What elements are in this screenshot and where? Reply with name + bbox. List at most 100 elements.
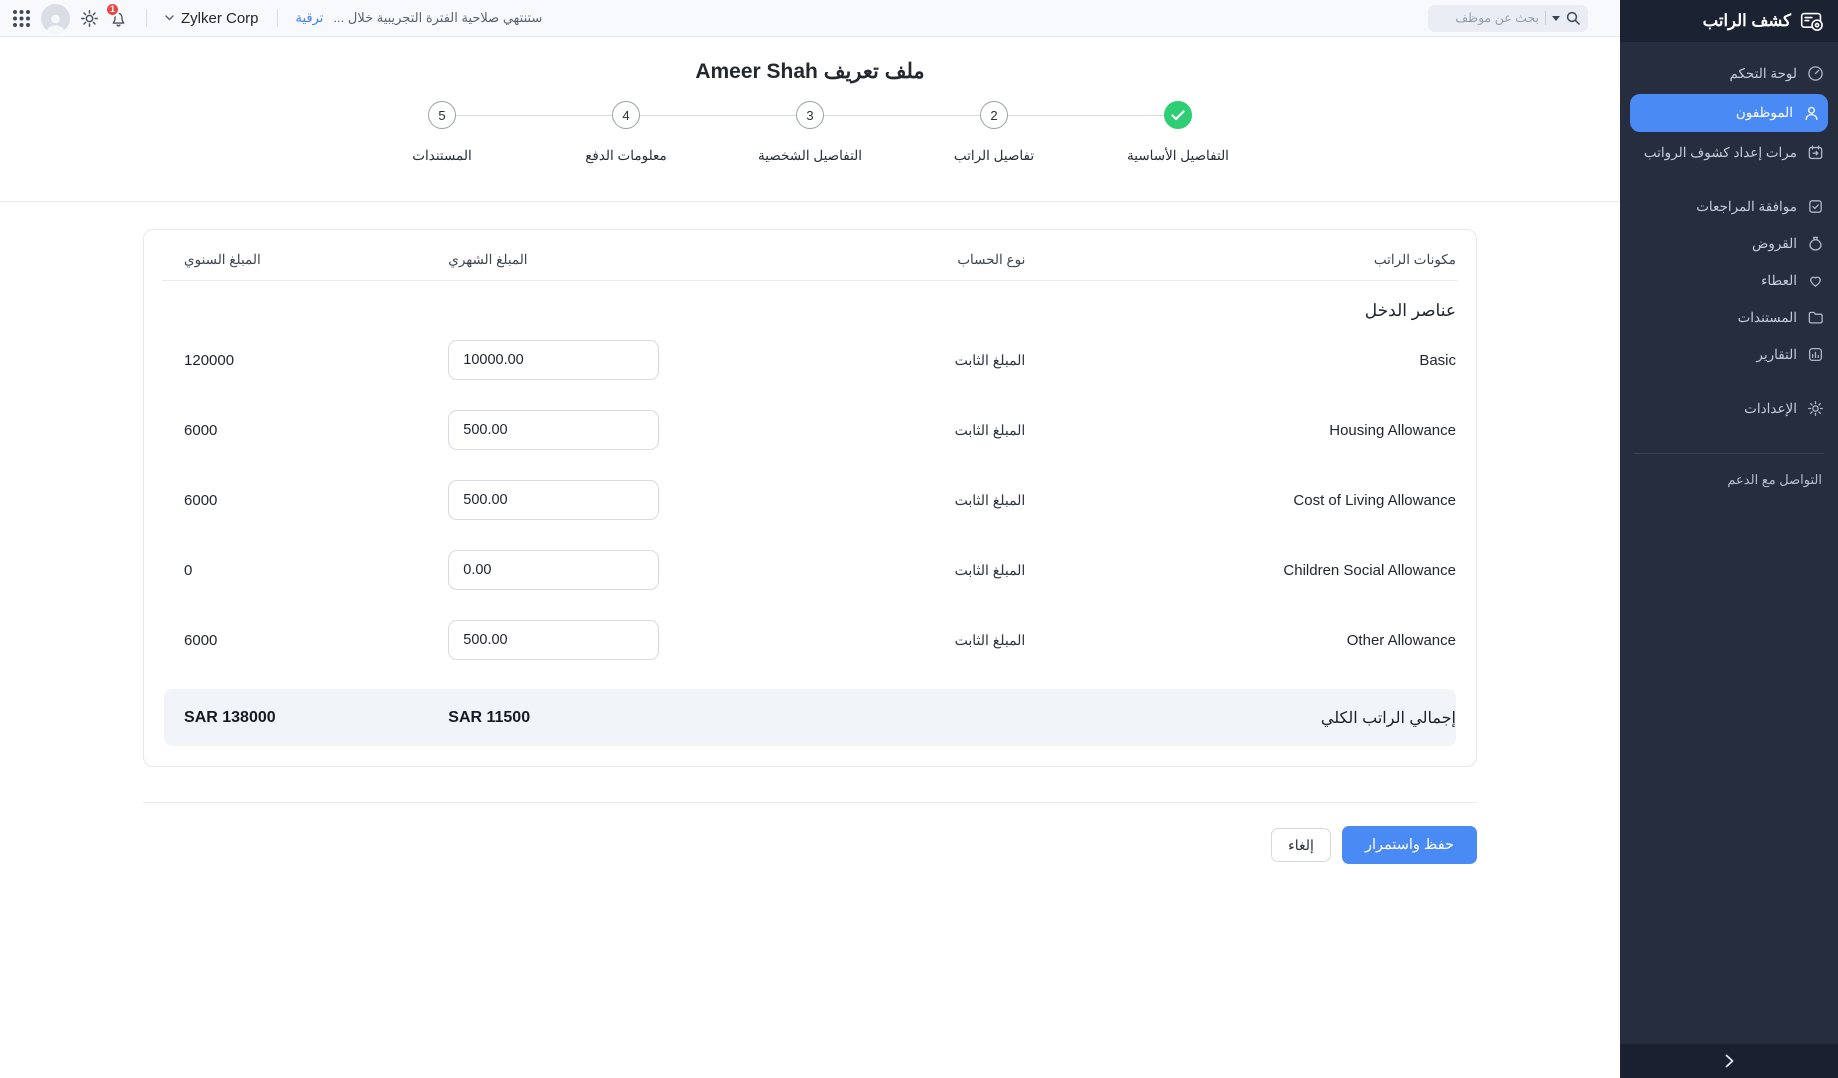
search-divider xyxy=(1545,11,1546,25)
column-header-component: مكونات الراتب xyxy=(1081,252,1456,268)
sidebar-item-label: موافقة المراجعات xyxy=(1696,199,1797,215)
topbar-divider xyxy=(146,9,147,27)
monthly-amount-input[interactable] xyxy=(448,550,659,590)
sidebar-item-loans[interactable]: القروض xyxy=(1620,225,1838,262)
component-name: Housing Allowance xyxy=(1081,422,1456,439)
step-documents[interactable]: 5 المستندات xyxy=(428,101,456,129)
sidebar-item-reports[interactable]: التقارير xyxy=(1620,336,1838,373)
gear-icon[interactable] xyxy=(80,9,99,28)
step-basic-details[interactable]: التفاصيل الأساسية xyxy=(1164,101,1192,129)
step-connector xyxy=(456,115,612,116)
heart-icon xyxy=(1807,272,1824,289)
monthly-amount-input[interactable] xyxy=(448,340,659,380)
topbar-divider xyxy=(277,9,278,27)
approvals-icon xyxy=(1807,198,1824,215)
notification-count-badge: 1 xyxy=(105,2,120,17)
sidebar-item-settings[interactable]: الإعدادات xyxy=(1620,390,1838,427)
step-label: المستندات xyxy=(357,148,527,164)
main-content: ملف تعريف Ameer Shah التفاصيل الأساسية 2… xyxy=(0,37,1620,864)
contact-support-link[interactable]: التواصل مع الدعم xyxy=(1620,466,1838,494)
sidebar-item-donations[interactable]: العطاء xyxy=(1620,262,1838,299)
trial-text: ستنتهي صلاحية الفترة التجريبية خلال ... xyxy=(333,10,542,26)
org-switcher[interactable]: Zylker Corp xyxy=(165,10,259,27)
sidebar-item-dashboard[interactable]: لوحة التحكم xyxy=(1620,55,1838,92)
component-name: Children Social Allowance xyxy=(1081,562,1456,579)
dashboard-icon xyxy=(1807,65,1824,82)
column-header-monthly: المبلغ الشهري xyxy=(448,252,784,268)
chevron-right-icon xyxy=(1725,1054,1734,1068)
column-header-type: نوع الحساب xyxy=(784,252,1081,268)
calculation-type: المبلغ الثابت xyxy=(784,562,1081,579)
sidebar-item-payruns[interactable]: مرات إعداد كشوف الرواتب xyxy=(1620,134,1838,171)
notifications-bell-icon[interactable]: 1 xyxy=(109,9,128,28)
reports-chart-icon xyxy=(1807,346,1824,363)
step-connector xyxy=(640,115,796,116)
actions-bar: حفظ واستمرار إلغاء xyxy=(143,826,1477,864)
step-payment-info[interactable]: 4 معلومات الدفع xyxy=(612,101,640,129)
annual-amount: 6000 xyxy=(164,422,448,439)
settings-gear-icon xyxy=(1807,400,1824,417)
topbar: 1 Zylker Corp ستنتهي صلاحية الفترة التجر… xyxy=(0,0,1620,37)
monthly-amount-input[interactable] xyxy=(448,410,659,450)
stepper-divider xyxy=(0,201,1620,202)
sidebar-collapse-bar[interactable] xyxy=(1620,1044,1838,1078)
total-label: إجمالي الراتب الكلي xyxy=(1081,708,1456,728)
step-number[interactable]: 3 xyxy=(796,101,824,129)
sidebar-item-label: الموظفون xyxy=(1736,105,1793,121)
table-row: Children Social Allowance المبلغ الثابت … xyxy=(164,535,1456,605)
total-annual-amount: SAR 138000 xyxy=(164,709,448,727)
monthly-amount-input[interactable] xyxy=(448,480,659,520)
salary-components-card: مكونات الراتب نوع الحساب المبلغ الشهري ا… xyxy=(143,229,1477,767)
table-header-divider xyxy=(162,280,1458,281)
table-row: Cost of Living Allowance المبلغ الثابت 6… xyxy=(164,465,1456,535)
step-number[interactable]: 4 xyxy=(612,101,640,129)
sidebar-item-label: القروض xyxy=(1752,236,1797,252)
sidebar-divider xyxy=(1634,453,1824,454)
search-input[interactable] xyxy=(1438,11,1539,25)
step-number[interactable]: 2 xyxy=(980,101,1008,129)
annual-amount: 120000 xyxy=(164,352,448,369)
sidebar-item-employees[interactable]: الموظفون xyxy=(1630,94,1828,132)
sidebar-item-label: المستندات xyxy=(1738,310,1797,326)
component-name: Basic xyxy=(1081,352,1456,369)
save-continue-button[interactable]: حفظ واستمرار xyxy=(1342,826,1477,864)
monthly-amount-input[interactable] xyxy=(448,620,659,660)
step-number[interactable]: 5 xyxy=(428,101,456,129)
annual-amount: 6000 xyxy=(164,492,448,509)
step-personal-details[interactable]: 3 التفاصيل الشخصية xyxy=(796,101,824,129)
employees-icon xyxy=(1803,105,1820,122)
step-label: تفاصيل الراتب xyxy=(909,148,1079,164)
user-avatar[interactable] xyxy=(41,4,70,33)
earnings-section-title: عناصر الدخل xyxy=(164,301,1456,321)
org-name: Zylker Corp xyxy=(181,10,259,27)
annual-amount: 0 xyxy=(164,562,448,579)
step-label: معلومات الدفع xyxy=(541,148,711,164)
app-title: كشف الراتب xyxy=(1703,11,1791,31)
step-connector xyxy=(824,115,980,116)
sidebar-nav: لوحة التحكم الموظفون مرات إعداد كشو xyxy=(1620,42,1838,494)
step-completed-check-icon[interactable] xyxy=(1164,101,1192,129)
search-filter-chevron-icon[interactable] xyxy=(1552,16,1560,21)
sidebar-item-label: العطاء xyxy=(1761,273,1797,289)
sidebar-item-label: لوحة التحكم xyxy=(1729,66,1797,82)
sidebar-item-approvals[interactable]: موافقة المراجعات xyxy=(1620,188,1838,225)
step-salary-details[interactable]: 2 تفاصيل الراتب xyxy=(980,101,1008,129)
payruns-calendar-icon xyxy=(1807,144,1824,161)
column-header-annual: المبلغ السنوي xyxy=(164,252,448,268)
sidebar-item-documents[interactable]: المستندات xyxy=(1620,299,1838,336)
apps-grid-icon[interactable] xyxy=(12,9,31,28)
search-icon[interactable] xyxy=(1566,11,1580,25)
trial-banner: ستنتهي صلاحية الفترة التجريبية خلال ... … xyxy=(296,10,543,26)
upgrade-link[interactable]: ترقية xyxy=(296,10,324,26)
app-screen: 1 Zylker Corp ستنتهي صلاحية الفترة التجر… xyxy=(0,0,1838,1078)
payroll-logo-icon xyxy=(1800,9,1825,34)
component-name: Other Allowance xyxy=(1081,632,1456,649)
chevron-down-icon xyxy=(165,15,174,21)
cancel-button[interactable]: إلغاء xyxy=(1271,828,1331,862)
step-label: التفاصيل الأساسية xyxy=(1093,148,1263,164)
total-salary-row: إجمالي الراتب الكلي SAR 11500 SAR 138000 xyxy=(164,689,1456,746)
sidebar-header: كشف الراتب xyxy=(1620,0,1838,42)
sidebar-item-label: الإعدادات xyxy=(1744,401,1797,417)
total-monthly-amount: SAR 11500 xyxy=(448,709,784,727)
employee-search-box xyxy=(1428,5,1588,32)
